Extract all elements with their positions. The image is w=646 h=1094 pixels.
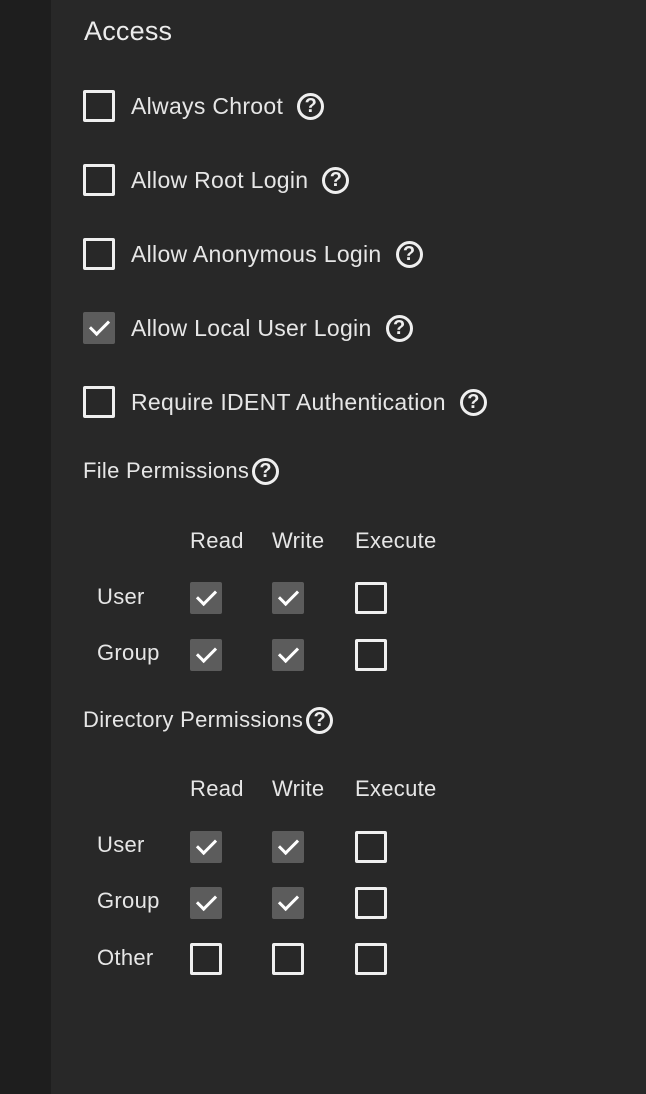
access-panel: Access Always Chroot ? Allow Root Login …	[51, 0, 646, 1094]
allow-root-login-option[interactable]: Allow Root Login ?	[83, 162, 350, 198]
allow-root-login-label: Allow Root Login	[131, 166, 309, 193]
require-ident-authentication-option[interactable]: Require IDENT Authentication ?	[83, 384, 487, 420]
dir-row-group: Group	[97, 888, 160, 913]
help-icon[interactable]: ?	[252, 457, 280, 485]
file-col-write: Write	[272, 528, 325, 553]
always-chroot-label: Always Chroot	[131, 92, 284, 119]
dir-col-read: Read	[190, 776, 244, 801]
help-icon[interactable]: ?	[297, 92, 325, 120]
dir-col-write: Write	[272, 776, 325, 801]
file-col-read: Read	[190, 528, 244, 553]
always-chroot-option[interactable]: Always Chroot ?	[83, 88, 325, 124]
file-permissions-title: File Permissions ?	[83, 454, 280, 488]
dir-row-other: Other	[97, 945, 154, 970]
section-title: Access	[84, 16, 173, 46]
require-ident-authentication-checkbox[interactable]	[83, 386, 115, 418]
file-user-read-checkbox[interactable]	[190, 582, 222, 614]
dir-group-read-checkbox[interactable]	[190, 887, 222, 919]
dir-user-execute-checkbox[interactable]	[355, 831, 387, 863]
allow-local-user-login-option[interactable]: Allow Local User Login ?	[83, 310, 413, 346]
require-ident-authentication-label: Require IDENT Authentication	[131, 388, 446, 415]
allow-anonymous-login-option[interactable]: Allow Anonymous Login ?	[83, 236, 423, 272]
help-icon[interactable]: ?	[306, 706, 334, 734]
file-col-execute: Execute	[355, 528, 437, 553]
dir-other-execute-checkbox[interactable]	[355, 943, 387, 975]
always-chroot-checkbox[interactable]	[83, 90, 115, 122]
page: Access Always Chroot ? Allow Root Login …	[0, 0, 646, 1094]
dir-col-execute: Execute	[355, 776, 437, 801]
file-permissions-label: File Permissions	[83, 458, 250, 483]
allow-root-login-checkbox[interactable]	[83, 164, 115, 196]
directory-permissions-label: Directory Permissions	[83, 707, 304, 732]
allow-anonymous-login-label: Allow Anonymous Login	[131, 240, 382, 267]
help-icon[interactable]: ?	[459, 388, 487, 416]
dir-user-write-checkbox[interactable]	[272, 831, 304, 863]
allow-local-user-login-checkbox[interactable]	[83, 312, 115, 344]
file-row-user: User	[97, 584, 145, 609]
dir-group-write-checkbox[interactable]	[272, 887, 304, 919]
allow-local-user-login-label: Allow Local User Login	[131, 314, 372, 341]
help-icon[interactable]: ?	[322, 166, 350, 194]
dir-other-read-checkbox[interactable]	[190, 943, 222, 975]
file-group-write-checkbox[interactable]	[272, 639, 304, 671]
dir-user-read-checkbox[interactable]	[190, 831, 222, 863]
sidebar-edge	[0, 0, 51, 1094]
help-icon[interactable]: ?	[395, 240, 423, 268]
dir-row-user: User	[97, 832, 145, 857]
dir-other-write-checkbox[interactable]	[272, 943, 304, 975]
allow-anonymous-login-checkbox[interactable]	[83, 238, 115, 270]
file-row-group: Group	[97, 640, 160, 665]
help-icon[interactable]: ?	[385, 314, 413, 342]
dir-group-execute-checkbox[interactable]	[355, 887, 387, 919]
directory-permissions-title: Directory Permissions ?	[83, 703, 334, 737]
file-group-read-checkbox[interactable]	[190, 639, 222, 671]
file-user-write-checkbox[interactable]	[272, 582, 304, 614]
file-group-execute-checkbox[interactable]	[355, 639, 387, 671]
file-user-execute-checkbox[interactable]	[355, 582, 387, 614]
